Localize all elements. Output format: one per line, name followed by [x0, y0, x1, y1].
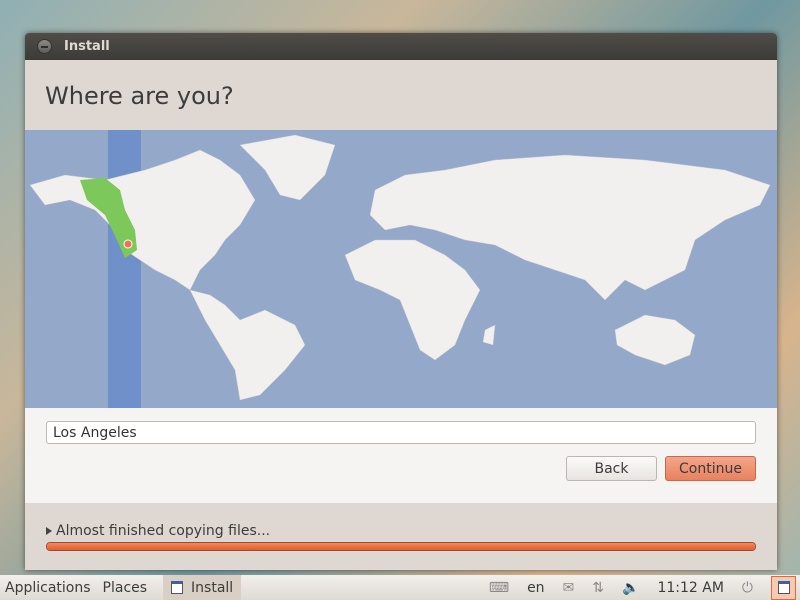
language-indicator[interactable]: en — [527, 580, 545, 596]
keyboard-icon[interactable]: ⌨ — [489, 580, 509, 596]
expander-triangle-icon — [46, 527, 52, 535]
bottom-panel: Applications Places Install ⌨ en ✉ ⇅ 🔈 1… — [0, 575, 800, 600]
progress-status: Almost finished copying files... — [56, 523, 271, 539]
taskbar-item-install[interactable]: Install — [163, 575, 242, 600]
progress-section: Almost finished copying files... — [25, 503, 777, 570]
applications-menu[interactable]: Applications — [0, 580, 97, 596]
volume-icon[interactable]: 🔈 — [622, 580, 639, 596]
window-icon — [171, 581, 184, 594]
timezone-map[interactable] — [25, 130, 777, 408]
continue-button[interactable]: Continue — [665, 456, 756, 481]
back-button[interactable]: Back — [566, 456, 657, 481]
progress-expander[interactable]: Almost finished copying files... — [46, 523, 756, 539]
show-desktop-icon[interactable] — [771, 575, 796, 600]
page-title: Where are you? — [45, 82, 234, 110]
clock[interactable]: 11:12 AM — [657, 580, 723, 596]
window-title: Install — [64, 39, 110, 54]
network-icon[interactable]: ⇅ — [592, 580, 604, 596]
title-bar: Install — [25, 33, 777, 60]
install-window: Install Where are you? Back Continue — [25, 33, 777, 570]
location-pin-icon[interactable] — [123, 239, 133, 249]
progress-fill — [47, 543, 755, 550]
taskbar-label: Install — [191, 579, 234, 596]
progress-bar — [46, 542, 756, 551]
city-input[interactable] — [46, 421, 756, 444]
location-form: Back Continue — [25, 408, 777, 503]
power-icon[interactable]: ⏻ — [742, 580, 753, 596]
timezone-band — [108, 130, 141, 408]
minimize-icon[interactable] — [37, 39, 52, 54]
mail-icon[interactable]: ✉ — [563, 580, 575, 596]
system-tray: ⌨ en ✉ ⇅ 🔈 11:12 AM ⏻ — [489, 575, 800, 600]
page-header: Where are you? — [25, 60, 777, 130]
places-menu[interactable]: Places — [97, 580, 154, 596]
